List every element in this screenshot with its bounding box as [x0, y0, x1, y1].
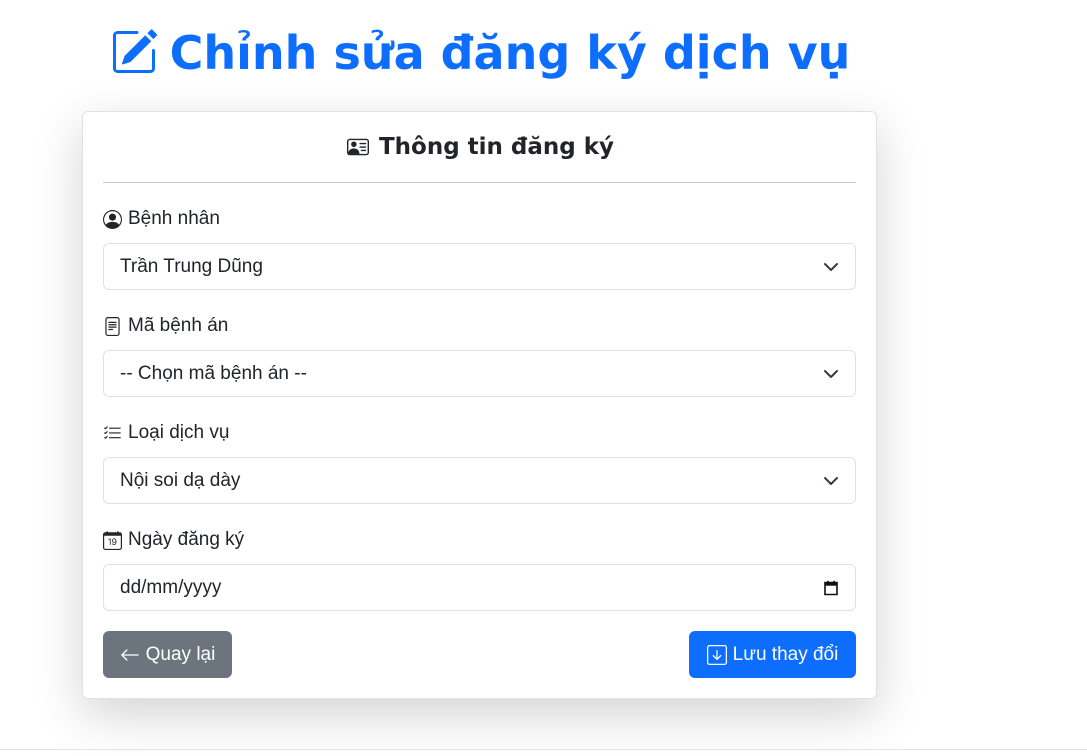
- chevron-down-icon: [824, 369, 838, 378]
- person-vcard-icon: [346, 138, 369, 156]
- list-check-icon: [104, 425, 121, 439]
- calendar-picker-icon[interactable]: [823, 580, 839, 596]
- arrow-left-icon: [120, 648, 139, 661]
- record-label: Mã bệnh án: [103, 313, 228, 339]
- chevron-down-icon: [824, 476, 838, 485]
- service-select-value: Nội soi dạ dày: [120, 469, 241, 491]
- date-input-placeholder: dd/mm/yyyy: [120, 576, 222, 598]
- date-input[interactable]: dd/mm/yyyy: [103, 564, 856, 611]
- card-header: Thông tin đăng ký: [103, 112, 856, 183]
- page-divider: [0, 749, 1087, 750]
- save-button-label: Lưu thay đổi: [732, 643, 839, 665]
- download-square-icon: [706, 644, 727, 665]
- registration-card: Thông tin đăng ký Bệnh nhân Trần Trung D…: [82, 111, 877, 699]
- record-select-value: -- Chọn mã bệnh án --: [120, 362, 307, 384]
- patient-select-value: Trần Trung Dũng: [120, 255, 263, 277]
- service-label: Loại dịch vụ: [103, 420, 229, 446]
- chevron-down-icon: [824, 262, 838, 271]
- date-label: Ngày đăng ký: [103, 527, 244, 553]
- pencil-square-icon: [112, 28, 157, 73]
- service-select[interactable]: Nội soi dạ dày: [103, 457, 856, 504]
- back-button[interactable]: Quay lại: [103, 631, 232, 678]
- page-title: Chỉnh sửa đăng ký dịch vụ: [0, 22, 960, 84]
- patient-select[interactable]: Trần Trung Dũng: [103, 243, 856, 290]
- patient-label: Bệnh nhân: [103, 206, 220, 232]
- save-button[interactable]: Lưu thay đổi: [689, 631, 856, 678]
- calendar-date-icon: [103, 530, 122, 550]
- person-circle-icon: [103, 209, 122, 229]
- page-title-text: Chỉnh sửa đăng ký dịch vụ: [169, 26, 851, 80]
- record-select[interactable]: -- Chọn mã bệnh án --: [103, 350, 856, 397]
- back-button-label: Quay lại: [145, 643, 216, 665]
- file-text-icon: [105, 316, 120, 336]
- card-header-title: Thông tin đăng ký: [378, 134, 615, 160]
